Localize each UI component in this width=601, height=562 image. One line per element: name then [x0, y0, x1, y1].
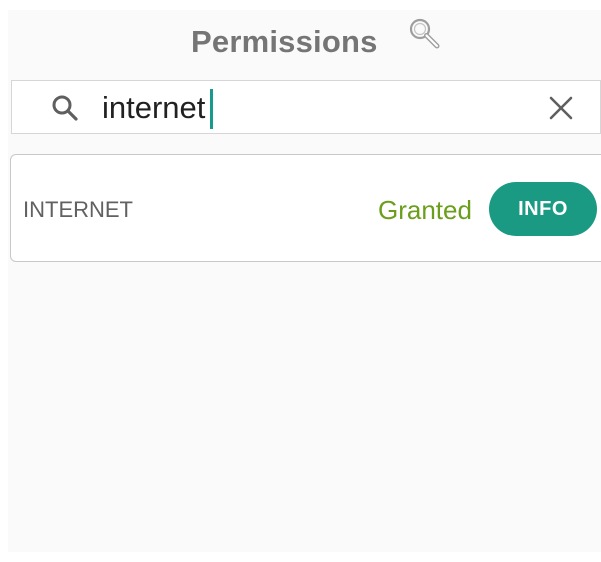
search-icon	[50, 93, 80, 123]
magnifier-icon[interactable]	[406, 16, 442, 52]
search-bar	[11, 80, 601, 134]
search-input[interactable]	[102, 89, 522, 127]
close-icon[interactable]	[547, 94, 575, 122]
permission-card: INTERNET Granted INFO	[10, 154, 601, 262]
info-button[interactable]: INFO	[489, 182, 597, 236]
permission-status: Granted	[378, 195, 472, 225]
permission-name: INTERNET	[23, 197, 133, 222]
permissions-screen: Permissions INTERNET Gra	[8, 10, 601, 552]
page-title: Permissions	[191, 24, 378, 59]
text-cursor	[210, 89, 213, 129]
app-header: Permissions	[8, 10, 601, 76]
